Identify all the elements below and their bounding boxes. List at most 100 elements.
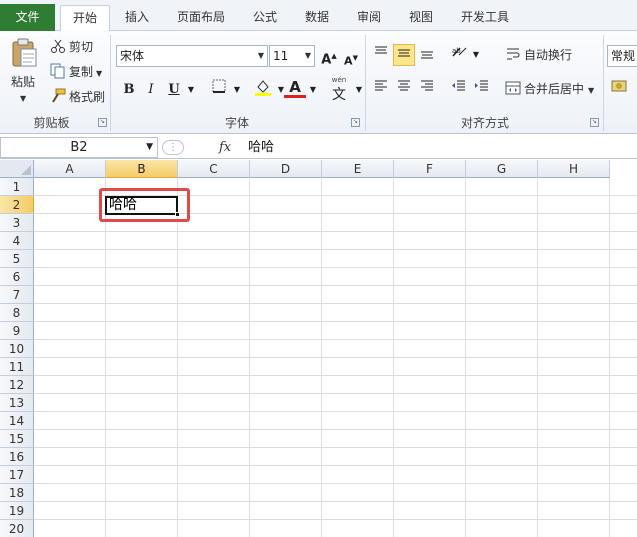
chevron-down-icon[interactable]: ▼ — [146, 138, 153, 157]
row-header-13[interactable]: 13 — [0, 394, 34, 412]
increase-indent-button[interactable] — [471, 78, 493, 100]
grow-font-button[interactable]: A▲ — [318, 45, 340, 67]
select-all-button[interactable] — [0, 160, 34, 178]
alignment-group-label: 对齐方式 — [460, 116, 509, 130]
tab-data[interactable]: 数据 — [296, 5, 338, 31]
column-header-d[interactable]: D — [250, 160, 322, 178]
font-size-select[interactable]: 11 ▼ — [269, 45, 315, 67]
align-top-button[interactable] — [370, 44, 392, 66]
border-dropdown-icon[interactable]: ▼ — [226, 79, 248, 101]
phonetic-small-label: wén — [331, 76, 347, 84]
align-top-icon — [375, 46, 387, 54]
column-header-c[interactable]: C — [178, 160, 250, 178]
ribbon: 粘贴 ▼ 剪切 复制 ▼ 格式刷 剪贴板 ↘ 宋体 ▼ 11 ▼ A▲ A▼ B I … — [0, 31, 637, 134]
svg-text:ab: ab — [452, 47, 461, 55]
row-header-8[interactable]: 8 — [0, 304, 34, 322]
number-format-value: 常规 — [611, 49, 636, 63]
number-format-select[interactable]: 常规 — [607, 45, 637, 67]
column-header-f[interactable]: F — [394, 160, 466, 178]
merge-center-button[interactable]: 合并后居中 ▼ — [505, 79, 594, 99]
align-left-button[interactable] — [370, 78, 392, 100]
tab-file[interactable]: 文件 — [0, 4, 55, 31]
row-header-17[interactable]: 17 — [0, 466, 34, 484]
wrap-text-button[interactable]: 自动换行 — [505, 45, 572, 65]
row-header-19[interactable]: 19 — [0, 502, 34, 520]
font-name-select[interactable]: 宋体 ▼ — [116, 45, 268, 67]
insert-function-button[interactable]: fx — [219, 137, 239, 158]
formula-bar-splitter-icon[interactable]: ⋮ — [162, 140, 184, 155]
tab-review[interactable]: 审阅 — [348, 5, 390, 31]
phonetic-dropdown-icon[interactable]: ▼ — [348, 79, 370, 101]
font-group-label: 字体 — [224, 116, 249, 130]
group-divider — [603, 35, 604, 131]
decrease-indent-button[interactable] — [448, 78, 470, 100]
align-center-button[interactable] — [393, 78, 415, 100]
font-size-value: 11 — [273, 49, 289, 63]
row-header-15[interactable]: 15 — [0, 430, 34, 448]
column-header-a[interactable]: A — [34, 160, 106, 178]
increase-indent-icon — [475, 80, 488, 91]
merge-dropdown-icon[interactable]: ▼ — [588, 86, 594, 95]
tab-formulas[interactable]: 公式 — [244, 5, 286, 31]
row-header-18[interactable]: 18 — [0, 484, 34, 502]
align-middle-button[interactable] — [393, 44, 415, 66]
clipboard-launcher-icon[interactable]: ↘ — [98, 118, 107, 127]
alignment-launcher-icon[interactable]: ↘ — [590, 118, 599, 127]
name-box[interactable]: B2 ▼ — [0, 137, 158, 158]
phonetic-label: 文 — [332, 87, 346, 103]
tab-view[interactable]: 视图 — [400, 5, 442, 31]
row-header-2[interactable]: 2 — [0, 196, 34, 214]
bold-button[interactable]: B — [118, 79, 140, 101]
tab-page-layout[interactable]: 页面布局 — [168, 5, 234, 31]
formula-bar: B2 ▼ ⋮ fx 哈哈 — [0, 136, 637, 159]
row-header-7[interactable]: 7 — [0, 286, 34, 304]
paste-dropdown-icon[interactable]: ▼ — [20, 89, 26, 109]
copy-button[interactable]: 复制 ▼ — [50, 62, 102, 82]
row-header-4[interactable]: 4 — [0, 232, 34, 250]
paste-icon[interactable] — [10, 38, 38, 68]
row-header-14[interactable]: 14 — [0, 412, 34, 430]
wrap-text-icon — [505, 46, 521, 62]
cut-label: 剪切 — [69, 40, 94, 54]
formula-input[interactable]: 哈哈 — [248, 137, 274, 158]
name-box-value: B2 — [70, 140, 88, 155]
font-color-dropdown-icon[interactable]: ▼ — [302, 79, 324, 101]
underline-dropdown-icon[interactable]: ▼ — [180, 79, 202, 101]
row-header-11[interactable]: 11 — [0, 358, 34, 376]
scissors-icon — [50, 38, 66, 54]
cut-button[interactable]: 剪切 — [50, 37, 93, 57]
font-launcher-icon[interactable]: ↘ — [351, 118, 360, 127]
format-painter-button[interactable]: 格式刷 — [50, 87, 105, 107]
chevron-down-icon: ▼ — [257, 51, 264, 60]
row-header-16[interactable]: 16 — [0, 448, 34, 466]
italic-button[interactable]: I — [140, 79, 162, 101]
grow-font-label: A — [321, 52, 332, 68]
copy-label: 复制 — [69, 65, 94, 79]
row-header-9[interactable]: 9 — [0, 322, 34, 340]
orientation-dropdown-icon[interactable]: ▼ — [465, 44, 487, 66]
tab-home[interactable]: 开始 — [60, 5, 110, 32]
tab-insert[interactable]: 插入 — [115, 5, 159, 31]
row-header-12[interactable]: 12 — [0, 376, 34, 394]
column-header-e[interactable]: E — [322, 160, 394, 178]
column-header-g[interactable]: G — [466, 160, 538, 178]
column-header-h[interactable]: H — [538, 160, 610, 178]
row-header-3[interactable]: 3 — [0, 214, 34, 232]
merge-cells-icon — [505, 80, 521, 96]
shrink-font-label: A — [344, 54, 353, 68]
align-right-button[interactable] — [416, 78, 438, 100]
row-header-6[interactable]: 6 — [0, 268, 34, 286]
row-header-10[interactable]: 10 — [0, 340, 34, 358]
tab-developer[interactable]: 开发工具 — [452, 5, 518, 31]
row-header-1[interactable]: 1 — [0, 178, 34, 196]
copy-dropdown-icon[interactable]: ▼ — [96, 69, 102, 78]
row-header-20[interactable]: 20 — [0, 520, 34, 537]
decrease-indent-icon — [452, 80, 465, 91]
shrink-font-button[interactable]: A▼ — [340, 47, 362, 69]
accounting-format-button[interactable] — [609, 78, 631, 100]
phonetic-button[interactable]: wén 文 — [328, 76, 350, 103]
row-header-5[interactable]: 5 — [0, 250, 34, 268]
align-bottom-button[interactable] — [416, 44, 438, 66]
column-header-b[interactable]: B — [106, 160, 178, 178]
worksheet-grid[interactable] — [34, 178, 637, 537]
